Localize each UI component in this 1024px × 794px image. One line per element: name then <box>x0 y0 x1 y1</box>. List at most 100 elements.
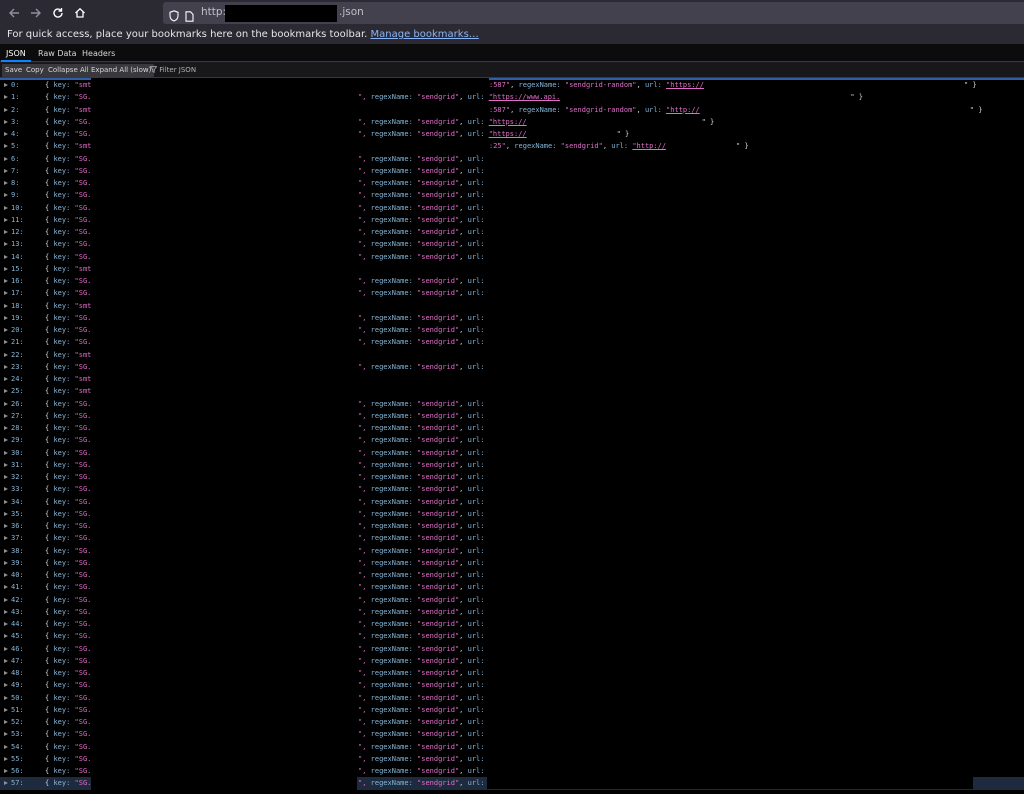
expand-toggle-icon[interactable] <box>4 83 8 87</box>
expand-toggle-icon[interactable] <box>4 450 8 455</box>
expand-toggle-icon[interactable] <box>4 352 8 357</box>
expand-toggle-icon[interactable] <box>4 230 8 234</box>
expand-toggle-icon[interactable] <box>4 303 8 308</box>
url-bar[interactable]: http:// .json <box>163 2 1024 24</box>
expand-toggle-icon[interactable] <box>4 377 8 381</box>
row-key-prefix: { key: "SG. <box>45 203 92 212</box>
row-regex-url: ", regexName: "sendgrid", url: " <box>358 289 493 298</box>
row-regex-url: ", regexName: "sendgrid", url: " <box>358 399 493 408</box>
expand-toggle-icon[interactable] <box>4 438 8 443</box>
copy-button[interactable]: Copy <box>23 64 47 77</box>
row-key-prefix: { key: "SG. <box>45 460 92 469</box>
expand-toggle-icon[interactable] <box>4 462 8 467</box>
expand-toggle-icon[interactable] <box>4 524 8 528</box>
expand-toggle-icon[interactable] <box>4 781 8 786</box>
expand-toggle-icon[interactable] <box>4 597 8 602</box>
row-index: 12: <box>11 228 24 236</box>
expand-toggle-icon[interactable] <box>4 707 8 712</box>
expand-toggle-icon[interactable] <box>4 254 8 259</box>
expand-toggle-icon[interactable] <box>4 291 8 296</box>
filter-json-input[interactable]: Filter JSON <box>149 64 196 77</box>
row-key-prefix: { key: "SG. <box>45 583 92 592</box>
expand-toggle-icon[interactable] <box>4 622 8 626</box>
row-index: 29: <box>11 436 24 445</box>
tab-raw-data[interactable]: Raw Data <box>33 45 81 62</box>
expand-toggle-icon[interactable] <box>4 426 8 430</box>
expand-toggle-icon[interactable] <box>4 168 8 173</box>
expand-toggle-icon[interactable] <box>4 499 8 504</box>
row-index: 35: <box>11 509 24 518</box>
expand-toggle-icon[interactable] <box>4 511 8 516</box>
reload-button[interactable] <box>47 2 69 24</box>
bookmarks-toolbar: For quick access, place your bookmarks h… <box>0 26 1024 45</box>
expand-toggle-icon[interactable] <box>4 695 8 700</box>
expand-toggle-icon[interactable] <box>4 413 8 418</box>
row-key-prefix: { key: "SG. <box>45 632 92 641</box>
expand-toggle-icon[interactable] <box>4 658 8 663</box>
expand-toggle-icon[interactable] <box>4 119 8 124</box>
row-index: 27: <box>11 411 24 420</box>
tab-headers[interactable]: Headers <box>77 45 120 62</box>
expand-toggle-icon[interactable] <box>4 573 8 577</box>
expand-toggle-icon[interactable] <box>4 560 8 565</box>
manage-bookmarks-link[interactable]: Manage bookmarks… <box>371 29 479 40</box>
expand-toggle-icon[interactable] <box>4 279 8 283</box>
expand-toggle-icon[interactable] <box>4 315 8 320</box>
back-button[interactable] <box>3 2 25 24</box>
expand-toggle-icon[interactable] <box>4 144 8 149</box>
url-suffix: .json <box>339 6 364 18</box>
expand-toggle-icon[interactable] <box>4 609 8 614</box>
row-regex-url: ", regexName: "sendgrid", url: " <box>358 473 493 481</box>
expand-toggle-icon[interactable] <box>4 401 8 406</box>
expand-toggle-icon[interactable] <box>4 769 8 773</box>
row-regex-url: ", regexName: "sendgrid", url: " <box>358 718 493 726</box>
expand-toggle-icon[interactable] <box>4 242 8 247</box>
expand-toggle-icon[interactable] <box>4 193 8 198</box>
row-key-prefix: { key: "smt <box>45 301 92 310</box>
expand-toggle-icon[interactable] <box>4 683 8 688</box>
expand-toggle-icon[interactable] <box>4 156 8 161</box>
expand-toggle-icon[interactable] <box>4 744 8 749</box>
expand-toggle-icon[interactable] <box>4 634 8 639</box>
forward-button[interactable] <box>25 2 47 24</box>
expand-toggle-icon[interactable] <box>4 487 8 492</box>
expand-toggle-icon[interactable] <box>4 585 8 590</box>
row-index: 8: <box>11 179 20 187</box>
expand-toggle-icon[interactable] <box>4 328 8 332</box>
expand-toggle-icon[interactable] <box>4 536 8 541</box>
save-button[interactable]: Save <box>2 64 26 77</box>
expand-toggle-icon[interactable] <box>4 340 8 345</box>
expand-toggle-icon[interactable] <box>4 266 8 271</box>
expand-toggle-icon[interactable] <box>4 107 8 112</box>
expand-toggle-icon[interactable] <box>4 389 8 394</box>
row-regex-url: ", regexName: "sendgrid", url: " <box>358 558 493 567</box>
home-button[interactable] <box>69 2 91 24</box>
expand-toggle-icon[interactable] <box>4 475 8 479</box>
row-index: 19: <box>11 313 24 322</box>
page-icon[interactable] <box>185 7 194 26</box>
expand-toggle-icon[interactable] <box>4 756 8 761</box>
expand-toggle-icon[interactable] <box>4 671 8 675</box>
row-index: 36: <box>11 522 24 530</box>
expand-toggle-icon[interactable] <box>4 181 8 185</box>
expand-toggle-icon[interactable] <box>4 132 8 136</box>
expand-toggle-icon[interactable] <box>4 364 8 369</box>
url-redaction <box>666 141 737 152</box>
arrow-left-icon <box>9 8 19 18</box>
tab-json[interactable]: JSON <box>1 45 31 62</box>
row-key-prefix: { key: "smt <box>45 264 92 273</box>
row-key-prefix: { key: "SG. <box>45 607 92 616</box>
expand-toggle-icon[interactable] <box>4 95 8 100</box>
expand-toggle-icon[interactable] <box>4 217 8 222</box>
expand-toggle-icon[interactable] <box>4 548 8 553</box>
row-key-prefix: { key: "SG. <box>45 742 92 751</box>
expand-toggle-icon[interactable] <box>4 205 8 210</box>
collapse-all-button[interactable]: Collapse All <box>45 64 92 77</box>
expand-toggle-icon[interactable] <box>4 732 8 737</box>
expand-toggle-icon[interactable] <box>4 646 8 651</box>
expand-all-button[interactable]: Expand All (slow) <box>88 64 155 77</box>
expand-toggle-icon[interactable] <box>4 720 8 724</box>
json-tree: 0: { key: "smt:587", regexName: "sendgrid… <box>0 78 1024 794</box>
row-index: 44: <box>11 620 24 628</box>
shield-icon[interactable] <box>169 7 179 26</box>
